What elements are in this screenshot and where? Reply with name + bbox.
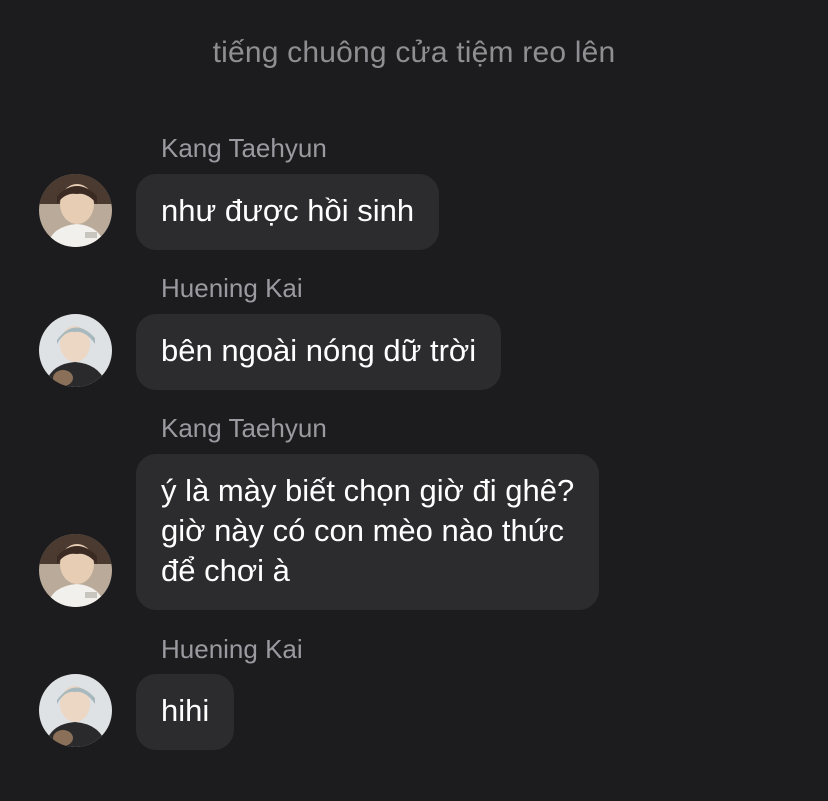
- sender-name: Huening Kai: [161, 634, 303, 664]
- message-bubble[interactable]: bên ngoài nóng dữ trời: [136, 314, 502, 390]
- avatar-huening-kai[interactable]: [39, 314, 112, 387]
- avatar-kang-taehyun[interactable]: [39, 534, 112, 607]
- sender-name: Huening Kai: [161, 273, 303, 303]
- message-bubble[interactable]: ý là mày biết chọn giờ đi ghê? giờ này c…: [136, 454, 600, 610]
- chat-thread: tiếng chuông cửa tiệm reo lên Kang Taehy…: [0, 0, 828, 801]
- system-message: tiếng chuông cửa tiệm reo lên: [212, 36, 616, 69]
- message-bubble[interactable]: như được hồi sinh: [136, 174, 440, 250]
- avatar-kang-taehyun[interactable]: [39, 174, 112, 247]
- message-bubble[interactable]: hihi: [136, 674, 235, 750]
- sender-name: Kang Taehyun: [161, 133, 327, 163]
- avatar-huening-kai[interactable]: [39, 674, 112, 747]
- sender-name: Kang Taehyun: [161, 413, 327, 443]
